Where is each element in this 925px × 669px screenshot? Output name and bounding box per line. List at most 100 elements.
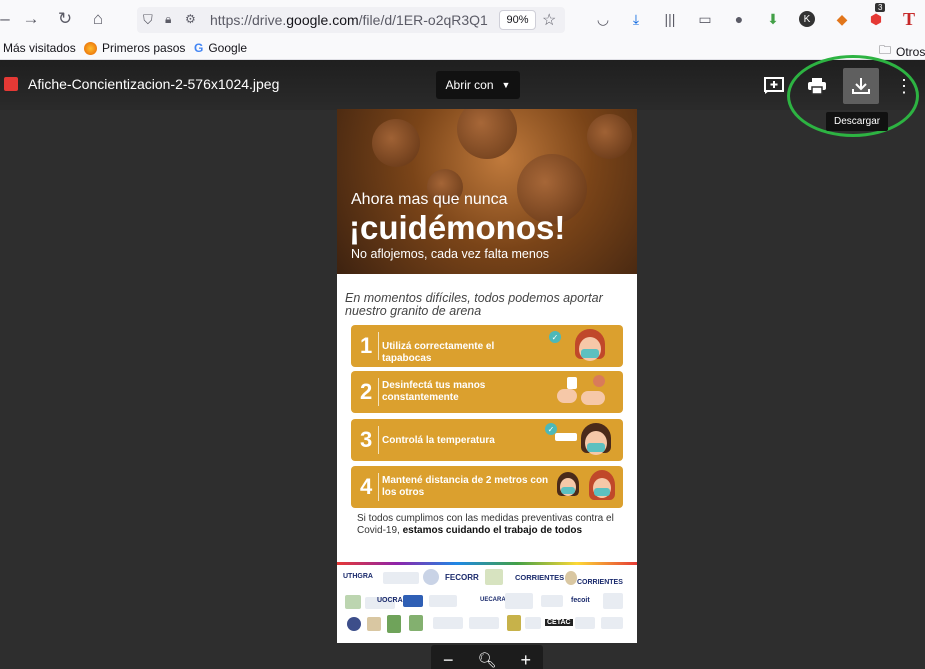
sponsor-logo bbox=[403, 595, 423, 607]
ublock-badge: 3 bbox=[875, 3, 886, 12]
step-divider bbox=[378, 332, 379, 360]
permissions-icon[interactable]: ⚙ bbox=[185, 12, 196, 26]
sponsor-seal-icon bbox=[423, 569, 439, 585]
poster-headline-2: ¡cuidémonos! bbox=[349, 209, 566, 246]
step-divider bbox=[378, 473, 379, 501]
step-text: Controlá la temperatura bbox=[382, 435, 495, 446]
virus-illustration bbox=[457, 109, 517, 159]
extension-k-icon[interactable]: K bbox=[797, 9, 817, 29]
step-text: Desinfectá tus manos constantemente bbox=[382, 380, 486, 403]
sanitizer-icon bbox=[567, 377, 577, 389]
virus-illustration bbox=[372, 119, 420, 167]
zoom-level-badge[interactable]: 90% bbox=[499, 10, 536, 30]
sponsor-logo bbox=[429, 595, 457, 607]
mask-shape bbox=[594, 488, 610, 496]
sponsor-logo: CORRIENTES bbox=[577, 579, 623, 586]
sponsor-logo bbox=[525, 617, 541, 629]
zoom-out-button[interactable]: − bbox=[443, 650, 454, 669]
extension-download-icon[interactable]: ⬇ bbox=[763, 9, 783, 29]
bookmark-label: Más visitados bbox=[3, 41, 76, 55]
check-icon: ✓ bbox=[549, 331, 561, 343]
thermometer-illustration: ✓ bbox=[543, 419, 623, 461]
step-text: Mantené distancia de 2 metros con los ot… bbox=[382, 475, 549, 498]
mask-shape bbox=[581, 349, 599, 358]
extension-t-icon[interactable]: T bbox=[899, 9, 919, 29]
sponsor-logo bbox=[601, 617, 623, 629]
sponsor-logo: UTHGRA bbox=[343, 573, 373, 580]
sponsor-logo: UECARA bbox=[480, 597, 506, 603]
virus-icon bbox=[593, 375, 605, 387]
step-number: 1 bbox=[360, 333, 373, 358]
reload-icon[interactable]: ↻ bbox=[54, 8, 76, 30]
sponsor-logo: fecoit bbox=[571, 597, 590, 604]
hands-sanitizer-illustration bbox=[543, 371, 623, 413]
sponsor-logo bbox=[603, 593, 623, 609]
open-with-button[interactable]: Abrir con ▼ bbox=[436, 71, 520, 99]
bookmark-getting-started[interactable]: Primeros pasos bbox=[84, 41, 185, 55]
firefox-icon bbox=[84, 41, 97, 55]
mask-shape bbox=[587, 443, 605, 452]
metamask-icon[interactable]: ◆ bbox=[832, 9, 852, 29]
sponsor-logo: FECORR bbox=[445, 573, 479, 582]
sponsor-seal-icon bbox=[367, 617, 381, 631]
sponsor-logo: CORRIENTES bbox=[515, 573, 565, 582]
zoom-icon[interactable]: 🔍︎ bbox=[477, 651, 496, 669]
back-icon[interactable]: – bbox=[0, 8, 16, 30]
open-with-label: Abrir con bbox=[445, 78, 494, 92]
downloads-icon[interactable]: ⤓ bbox=[626, 9, 646, 29]
add-to-drive-button[interactable] bbox=[757, 70, 791, 102]
add-to-drive-icon bbox=[764, 77, 784, 94]
sponsor-seal-icon bbox=[507, 615, 521, 631]
bookmark-label: Google bbox=[208, 41, 248, 55]
account-icon[interactable]: ● bbox=[729, 9, 749, 29]
sponsor-logo bbox=[387, 615, 401, 633]
step-divider bbox=[378, 426, 379, 454]
poster-footer-text: Si todos cumplimos con las medidas preve… bbox=[357, 513, 627, 537]
thermometer-icon bbox=[555, 433, 577, 441]
google-icon: G bbox=[194, 41, 204, 55]
shield-icon[interactable]: ⛉ bbox=[143, 12, 153, 28]
poster-image: Ahora mas que nunca ¡cuidémonos! No aflo… bbox=[337, 109, 637, 643]
browser-toolbar: – → ↻ ⌂ ⛉ 🔒︎ ⚙ https://drive.google.com/… bbox=[0, 0, 925, 38]
sponsor-logo bbox=[433, 617, 463, 629]
bookmark-most-visited[interactable]: Más visitados bbox=[3, 41, 76, 55]
file-title: Afiche-Concientizacion-2-576x1024.jpeg bbox=[28, 76, 280, 92]
caret-down-icon: ▼ bbox=[501, 80, 511, 90]
mask-illustration: ✓ bbox=[543, 325, 623, 367]
url-bar[interactable]: ⛉ 🔒︎ ⚙ https://drive.google.com/file/d/1… bbox=[137, 7, 565, 33]
step-card: 3 Controlá la temperatura ✓ bbox=[351, 419, 623, 461]
sponsor-logo: CETAC bbox=[545, 619, 573, 626]
step-divider bbox=[378, 378, 379, 406]
sponsor-logo bbox=[383, 572, 419, 584]
ublock-icon[interactable]: ⬢ 3 bbox=[866, 3, 886, 29]
virus-illustration bbox=[587, 114, 632, 159]
sponsor-logo bbox=[575, 617, 595, 629]
forward-icon[interactable]: → bbox=[20, 8, 42, 30]
url-text[interactable]: https://drive.google.com/file/d/1ER-o2qR… bbox=[210, 12, 488, 28]
lock-icon[interactable]: 🔒︎ bbox=[165, 12, 171, 27]
sponsor-logo bbox=[485, 569, 503, 585]
pocket-icon[interactable]: ◡ bbox=[593, 9, 613, 29]
zoom-in-button[interactable]: + bbox=[520, 650, 531, 669]
sponsor-logo: UOCRA bbox=[377, 597, 403, 604]
image-file-icon bbox=[4, 77, 18, 91]
mask-shape bbox=[561, 487, 575, 494]
bookmark-google[interactable]: G Google bbox=[194, 41, 247, 55]
sidebar-icon[interactable]: ▭ bbox=[695, 9, 715, 29]
poster-header: Ahora mas que nunca ¡cuidémonos! No aflo… bbox=[337, 109, 637, 274]
hand-shape bbox=[581, 391, 605, 405]
zoom-controls: − 🔍︎ + bbox=[431, 645, 543, 669]
sponsor-logo bbox=[505, 593, 533, 609]
sponsor-logo bbox=[469, 617, 499, 629]
library-icon[interactable]: ||| bbox=[660, 9, 680, 29]
sponsor-seal-icon bbox=[565, 571, 577, 585]
bookmark-star-icon[interactable]: ☆ bbox=[542, 10, 556, 30]
hand-shape bbox=[557, 389, 577, 403]
step-number: 4 bbox=[360, 474, 373, 499]
home-icon[interactable]: ⌂ bbox=[87, 8, 109, 30]
poster-headline-1: Ahora mas que nunca bbox=[351, 191, 508, 208]
step-card: 4 Mantené distancia de 2 metros con los … bbox=[351, 466, 623, 508]
bookmark-other-folder[interactable]: 🗀︎ Otros bbox=[879, 41, 925, 62]
viewer-top-bar: Afiche-Concientizacion-2-576x1024.jpeg A… bbox=[0, 60, 925, 110]
sponsor-logo bbox=[409, 615, 423, 631]
